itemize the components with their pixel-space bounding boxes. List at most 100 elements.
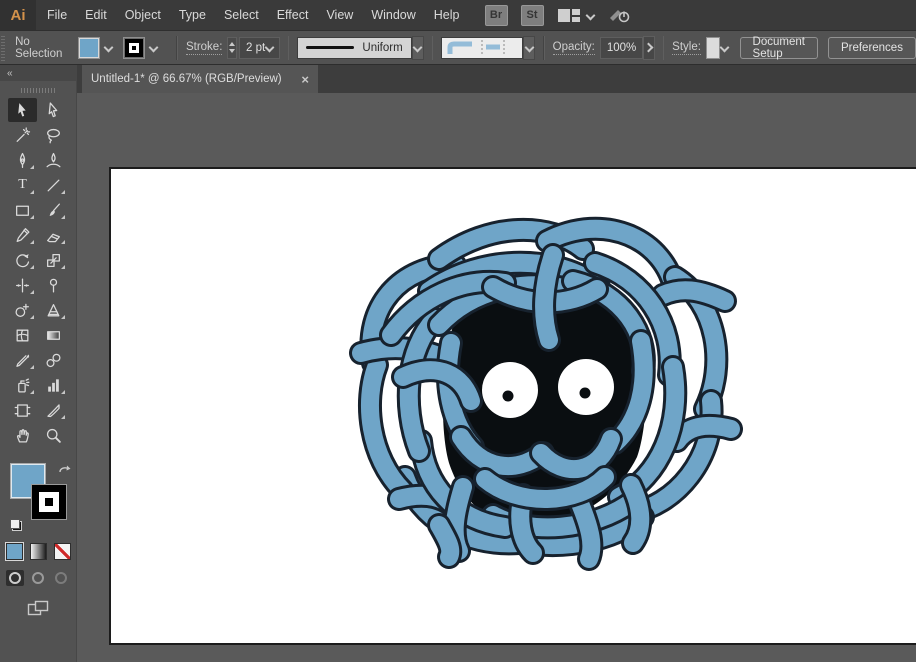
tangela-artwork [349, 216, 743, 571]
color-button[interactable] [5, 543, 23, 560]
stroke-weight-value: 2 pt [245, 41, 266, 54]
brush-dropdown-arrow[interactable] [523, 35, 536, 60]
perspective-grid-tool[interactable] [39, 298, 68, 322]
pencil-tool[interactable] [8, 223, 37, 247]
menu-file[interactable]: File [38, 8, 76, 22]
draw-inside-mode[interactable] [52, 570, 70, 586]
stroke-label[interactable]: Stroke: [185, 41, 223, 55]
zoom-tool[interactable] [39, 423, 68, 447]
chevron-down-icon [524, 42, 535, 53]
chevron-down-icon [148, 42, 159, 53]
tools-panel-header[interactable]: « [0, 65, 76, 81]
lasso-tool[interactable] [39, 123, 68, 147]
pen-tool[interactable] [8, 148, 37, 172]
close-tab-icon[interactable]: × [301, 73, 309, 86]
panel-grip[interactable] [1, 34, 6, 61]
stroke-color-dropdown[interactable] [123, 36, 162, 59]
width-tool[interactable] [8, 273, 37, 297]
touch-workspace-icon[interactable] [607, 6, 633, 24]
opacity-input[interactable]: 100% [599, 36, 644, 59]
artboard[interactable] [109, 167, 916, 645]
stroke-weight-stepper[interactable] [227, 36, 237, 59]
opacity-expand-arrow[interactable] [643, 35, 655, 60]
eyedropper-tool[interactable] [8, 348, 37, 372]
none-button[interactable] [53, 543, 71, 560]
style-label[interactable]: Style: [672, 41, 701, 55]
color-mode-row [5, 543, 71, 560]
brush-definition-dropdown[interactable] [441, 36, 524, 59]
gradient-button[interactable] [29, 543, 47, 560]
fill-color-dropdown[interactable] [78, 36, 117, 59]
menu-help[interactable]: Help [425, 8, 469, 22]
menu-window[interactable]: Window [362, 8, 424, 22]
artboard-tool[interactable] [8, 398, 37, 422]
divider [176, 35, 178, 60]
preferences-button[interactable]: Preferences [827, 36, 916, 59]
eraser-tool[interactable] [39, 223, 68, 247]
blend-tool[interactable] [39, 348, 68, 372]
symbol-sprayer-tool[interactable] [8, 373, 37, 397]
width-profile-dropdown[interactable]: Uniform [297, 36, 412, 59]
rotate-tool[interactable] [8, 248, 37, 272]
menu-type[interactable]: Type [170, 8, 215, 22]
type-tool[interactable]: T [8, 173, 37, 197]
column-graph-tool[interactable] [39, 373, 68, 397]
width-profile-arrow[interactable] [411, 35, 424, 60]
document-setup-button[interactable]: Document Setup [739, 36, 818, 60]
app-logo: Ai [0, 0, 36, 30]
menu-object[interactable]: Object [116, 8, 170, 22]
chevron-down-icon [103, 42, 114, 53]
menu-view[interactable]: View [317, 8, 362, 22]
tools-panel: « T [0, 65, 77, 662]
line-segment-tool[interactable] [39, 173, 68, 197]
panel-grip-dots[interactable] [21, 88, 55, 93]
scale-tool[interactable] [39, 248, 68, 272]
chevron-down-icon [264, 42, 275, 53]
workspace-layout-icon [557, 8, 580, 22]
draw-behind-mode[interactable] [29, 570, 47, 586]
magic-wand-tool[interactable] [8, 123, 37, 147]
gradient-tool[interactable] [39, 323, 68, 347]
brush-preview [447, 39, 505, 56]
workspace-switcher[interactable] [557, 8, 595, 23]
bridge-icon[interactable]: Br [484, 4, 508, 26]
puppet-warp-tool[interactable] [39, 273, 68, 297]
rectangle-tool[interactable] [8, 198, 37, 222]
selection-status: No Selection [15, 35, 63, 60]
opacity-value: 100% [606, 41, 637, 54]
stroke-profile-preview [306, 46, 355, 49]
stock-icon[interactable]: St [520, 4, 544, 26]
opacity-label[interactable]: Opacity: [552, 41, 595, 55]
divider [543, 35, 545, 60]
draw-normal-mode[interactable] [6, 570, 24, 586]
canvas-area[interactable] [77, 93, 916, 662]
stroke-weight-select[interactable]: 2 pt [238, 36, 280, 59]
menu-effect[interactable]: Effect [268, 8, 318, 22]
step-up-icon [229, 42, 236, 46]
stroke-swatch[interactable] [123, 36, 146, 59]
menu-edit[interactable]: Edit [76, 8, 116, 22]
fill-swatch[interactable] [78, 36, 101, 59]
graphic-style-swatch[interactable] [705, 36, 720, 59]
chevron-down-icon [585, 10, 595, 20]
swap-fill-stroke-icon[interactable] [58, 464, 72, 476]
paintbrush-tool[interactable] [39, 198, 68, 222]
document-tab[interactable]: Untitled-1* @ 66.67% (RGB/Preview) × [82, 65, 318, 93]
drawing-modes-row [6, 570, 70, 586]
shape-builder-tool[interactable] [8, 298, 37, 322]
chevron-down-icon [412, 42, 423, 53]
collapse-panel-icon[interactable]: « [7, 68, 13, 79]
slice-tool[interactable] [39, 398, 68, 422]
curvature-tool[interactable] [39, 148, 68, 172]
stroke-color-box[interactable] [31, 484, 67, 520]
default-fill-stroke-icon[interactable] [10, 519, 22, 531]
document-tab-title: Untitled-1* @ 66.67% (RGB/Preview) [91, 73, 282, 85]
hand-tool[interactable] [8, 423, 37, 447]
change-screen-mode-icon[interactable] [27, 600, 49, 617]
menu-select[interactable]: Select [215, 8, 268, 22]
direct-selection-tool[interactable] [39, 98, 68, 122]
type-tool-glyph: T [18, 177, 27, 192]
selection-tool[interactable] [8, 98, 37, 122]
mesh-tool[interactable] [8, 323, 37, 347]
control-bar: No Selection Stroke: 2 pt Uniform Opacit… [0, 30, 916, 65]
